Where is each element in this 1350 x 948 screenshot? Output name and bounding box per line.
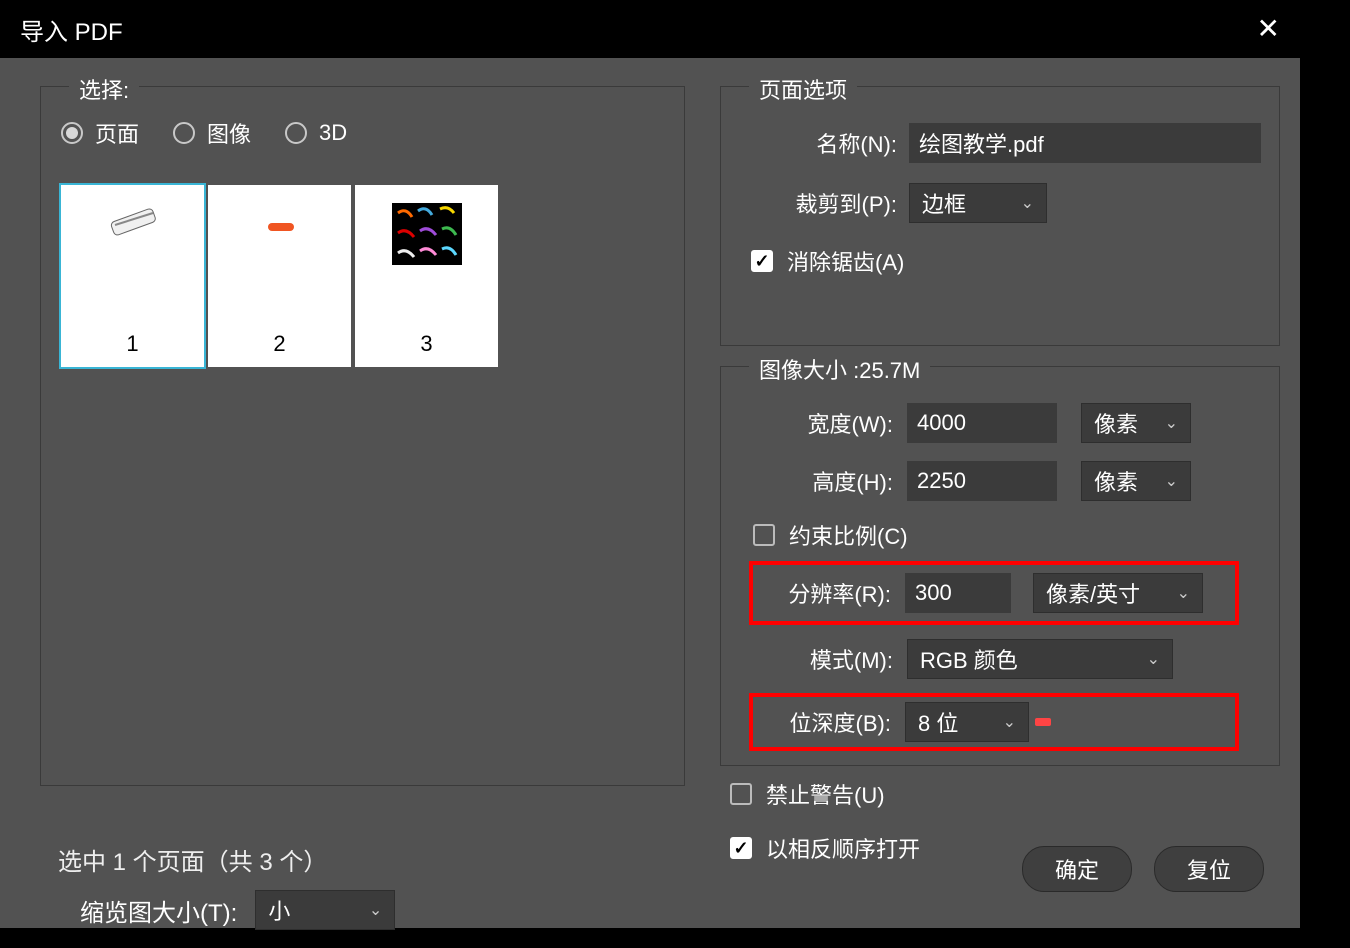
chevron-down-icon: ⌄ <box>1177 583 1190 603</box>
resolution-input[interactable] <box>905 573 1011 613</box>
crop-select[interactable]: 边框 ⌄ <box>909 183 1047 223</box>
width-unit-select[interactable]: 像素 ⌄ <box>1081 403 1191 443</box>
indicator-icon <box>1035 718 1051 726</box>
reset-button[interactable]: 复位 <box>1154 846 1264 892</box>
suppress-warnings-checkbox[interactable]: 禁止警告(U) <box>730 778 885 810</box>
crop-label: 裁剪到(P): <box>767 187 897 219</box>
checkbox-box-icon <box>730 837 752 859</box>
chevron-down-icon: ⌄ <box>1165 413 1178 433</box>
mode-select[interactable]: RGB 颜色 ⌄ <box>907 639 1173 679</box>
select-fieldset: 选择: 页面 图像 3D <box>40 86 685 786</box>
image-size-legend: 图像大小 :25.7M <box>749 353 930 385</box>
bitdepth-value: 8 位 <box>918 706 958 738</box>
titlebar: 导入 PDF ✕ <box>0 0 1300 58</box>
thumbsize-value: 小 <box>268 894 290 926</box>
chevron-down-icon: ⌄ <box>1003 712 1016 732</box>
thumbsize-label: 缩览图大小(T): <box>80 893 237 928</box>
dialog-title: 导入 PDF <box>20 12 123 47</box>
radio-3d-label: 3D <box>319 120 347 146</box>
thumbnail-2[interactable]: 2 <box>208 185 351 367</box>
select-legend: 选择: <box>69 73 139 105</box>
thumb-number: 3 <box>420 331 432 357</box>
page-options-legend: 页面选项 <box>749 73 857 105</box>
height-label: 高度(H): <box>777 465 893 497</box>
radio-3d[interactable]: 3D <box>285 120 347 146</box>
checkbox-box-icon <box>751 250 773 272</box>
radio-pages[interactable]: 页面 <box>61 117 139 149</box>
radio-images[interactable]: 图像 <box>173 117 251 149</box>
selection-status: 选中 1 个页面（共 3 个） <box>58 842 327 877</box>
width-input[interactable] <box>907 403 1057 443</box>
page-options-fieldset: 页面选项 名称(N): 裁剪到(P): 边框 ⌄ 消除锯齿(A) <box>720 86 1280 346</box>
radio-circle-icon <box>285 122 307 144</box>
resolution-highlight: 分辨率(R): 像素/英寸 ⌄ <box>749 561 1239 625</box>
name-input[interactable] <box>909 123 1261 163</box>
width-unit-value: 像素 <box>1094 407 1138 439</box>
reverse-order-checkbox[interactable]: 以相反顺序打开 <box>730 832 920 864</box>
constrain-checkbox[interactable]: 约束比例(C) <box>753 519 908 551</box>
dialog-body: 选择: 页面 图像 3D <box>0 58 1300 928</box>
thumbsize-select[interactable]: 小 ⌄ <box>255 890 395 930</box>
mode-label: 模式(M): <box>779 643 893 675</box>
ok-button[interactable]: 确定 <box>1022 846 1132 892</box>
antialias-label: 消除锯齿(A) <box>787 245 904 277</box>
crop-value: 边框 <box>922 187 966 219</box>
chevron-down-icon: ⌄ <box>1021 193 1034 213</box>
antialias-checkbox[interactable]: 消除锯齿(A) <box>751 245 904 277</box>
radio-circle-icon <box>173 122 195 144</box>
thumbsize-row: 缩览图大小(T): 小 ⌄ <box>80 890 395 930</box>
ok-label: 确定 <box>1055 853 1099 885</box>
chevron-down-icon: ⌄ <box>1147 649 1160 669</box>
mode-value: RGB 颜色 <box>920 643 1018 675</box>
reverse-label: 以相反顺序打开 <box>766 832 920 864</box>
checkbox-box-icon <box>730 783 752 805</box>
chevron-down-icon: ⌄ <box>1165 471 1178 491</box>
image-size-fieldset: 图像大小 :25.7M 宽度(W): 像素 ⌄ 高度(H): 像素 ⌄ <box>720 366 1280 766</box>
thumb-number: 1 <box>126 331 138 357</box>
chevron-down-icon: ⌄ <box>369 900 382 920</box>
name-label: 名称(N): <box>789 127 897 159</box>
resolution-unit-value: 像素/英寸 <box>1046 577 1140 609</box>
constrain-label: 约束比例(C) <box>789 519 908 551</box>
reset-label: 复位 <box>1187 853 1231 885</box>
bitdepth-highlight: 位深度(B): 8 位 ⌄ <box>749 693 1239 751</box>
radio-pages-label: 页面 <box>95 117 139 149</box>
radio-images-label: 图像 <box>207 117 251 149</box>
thumb-number: 2 <box>273 331 285 357</box>
import-pdf-dialog: 导入 PDF ✕ 选择: 页面 图像 3D <box>0 0 1300 928</box>
thumbs-row: 1 2 <box>61 185 498 367</box>
thumb3-art-icon <box>392 203 462 265</box>
select-radios: 页面 图像 3D <box>61 117 347 149</box>
height-unit-select[interactable]: 像素 ⌄ <box>1081 461 1191 501</box>
width-label: 宽度(W): <box>777 407 893 439</box>
height-input[interactable] <box>907 461 1057 501</box>
suppress-label: 禁止警告(U) <box>766 778 885 810</box>
close-icon[interactable]: ✕ <box>1257 12 1280 45</box>
radio-circle-icon <box>61 122 83 144</box>
resolution-unit-select[interactable]: 像素/英寸 ⌄ <box>1033 573 1203 613</box>
bitdepth-label: 位深度(B): <box>763 706 891 738</box>
resolution-label: 分辨率(R): <box>763 577 891 609</box>
height-unit-value: 像素 <box>1094 465 1138 497</box>
thumbnail-1[interactable]: 1 <box>61 185 204 367</box>
thumb2-art-icon <box>250 203 310 239</box>
checkbox-box-icon <box>753 524 775 546</box>
thumbnail-3[interactable]: 3 <box>355 185 498 367</box>
bitdepth-select[interactable]: 8 位 ⌄ <box>905 702 1029 742</box>
buttons-row: 确定 复位 <box>1022 846 1264 892</box>
thumb1-art-icon <box>103 203 163 239</box>
